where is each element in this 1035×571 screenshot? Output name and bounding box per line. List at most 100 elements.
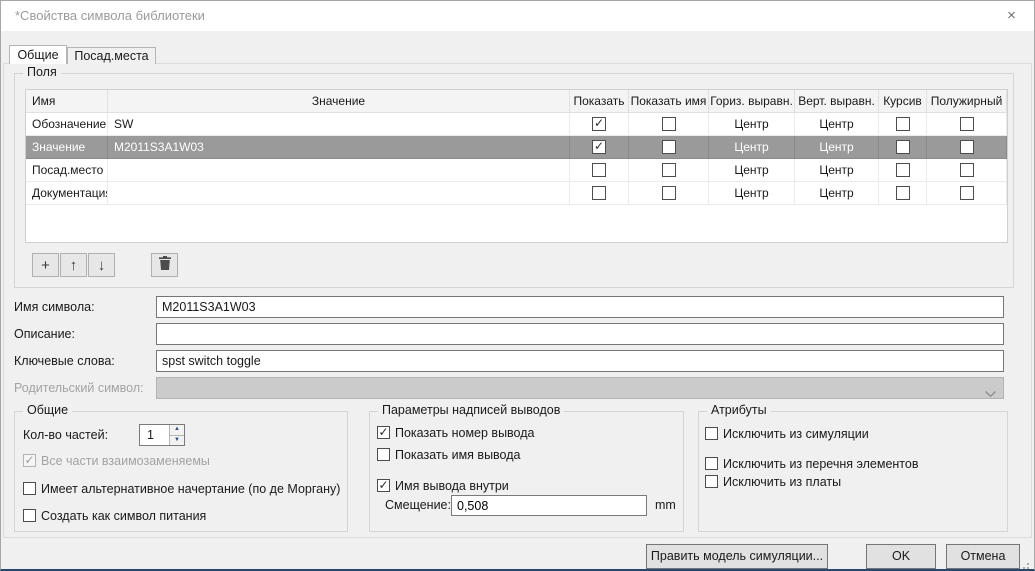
- show-name-checkbox[interactable]: [662, 186, 676, 200]
- unit-count-value: 1: [140, 425, 169, 445]
- h-align-cell[interactable]: Центр: [709, 136, 795, 159]
- tab-general[interactable]: Общие: [9, 45, 67, 64]
- power-symbol-checkbox[interactable]: [23, 509, 36, 522]
- resize-grip[interactable]: [1027, 563, 1029, 565]
- table-row[interactable]: Значение M2011S3A1W03 Центр Центр: [26, 136, 1007, 159]
- pin-text-group-label: Параметры надписей выводов: [378, 403, 564, 418]
- alternate-body-checkbox[interactable]: [23, 482, 36, 495]
- h-align-cell[interactable]: Центр: [709, 182, 795, 205]
- bold-checkbox[interactable]: [960, 186, 974, 200]
- unit-count-stepper[interactable]: 1 ▲ ▼: [139, 424, 185, 446]
- table-row[interactable]: Посад.место Центр Центр: [26, 159, 1007, 182]
- units-interchangeable-checkbox-row: Все части взаимозаменяемы: [23, 453, 210, 468]
- title-bar[interactable]: *Свойства символа библиотеки ×: [1, 1, 1034, 31]
- field-value-cell[interactable]: [108, 159, 570, 182]
- col-header-v-align[interactable]: Верт. выравн.: [795, 90, 879, 113]
- ok-button[interactable]: OK: [866, 544, 936, 569]
- delete-field-button[interactable]: [151, 253, 178, 277]
- spin-up-icon[interactable]: ▲: [170, 425, 184, 436]
- show-checkbox[interactable]: [592, 140, 606, 154]
- field-value-cell[interactable]: M2011S3A1W03: [108, 136, 570, 159]
- keywords-label: Ключевые слова:: [14, 350, 115, 372]
- show-checkbox[interactable]: [592, 163, 606, 177]
- show-pin-number-checkbox-row[interactable]: Показать номер вывода: [377, 425, 534, 440]
- spin-down-icon[interactable]: ▼: [170, 436, 184, 446]
- show-pin-name-checkbox-row[interactable]: Показать имя вывода: [377, 447, 520, 462]
- field-name-cell[interactable]: Документация: [26, 182, 108, 205]
- close-icon[interactable]: ×: [989, 1, 1034, 31]
- show-name-checkbox[interactable]: [662, 117, 676, 131]
- symbol-name-input[interactable]: [156, 296, 1004, 318]
- italic-checkbox[interactable]: [896, 117, 910, 131]
- arrow-up-icon: ↑: [70, 255, 78, 276]
- col-header-show[interactable]: Показать: [570, 90, 629, 113]
- col-header-show-name[interactable]: Показать имя: [629, 90, 709, 113]
- symbol-name-label: Имя символа:: [14, 296, 95, 318]
- exclude-from-bom-checkbox-row[interactable]: Исключить из перечня элементов: [705, 456, 918, 471]
- col-header-bold[interactable]: Полужирный: [927, 90, 1007, 113]
- offset-label: Смещение:: [385, 495, 451, 516]
- col-header-name[interactable]: Имя: [26, 90, 108, 113]
- v-align-cell[interactable]: Центр: [795, 136, 879, 159]
- field-value-cell[interactable]: [108, 182, 570, 205]
- show-checkbox[interactable]: [592, 117, 606, 131]
- field-name-cell[interactable]: Значение: [26, 136, 108, 159]
- bold-checkbox[interactable]: [960, 140, 974, 154]
- exclude-from-board-checkbox[interactable]: [705, 475, 718, 488]
- chevron-down-icon: [985, 386, 996, 400]
- col-header-h-align[interactable]: Гориз. выравн.: [709, 90, 795, 113]
- bold-checkbox[interactable]: [960, 163, 974, 177]
- trash-icon: [159, 255, 171, 276]
- v-align-cell[interactable]: Центр: [795, 182, 879, 205]
- italic-checkbox[interactable]: [896, 163, 910, 177]
- keywords-input[interactable]: [156, 350, 1004, 372]
- table-row[interactable]: Документация Центр Центр: [26, 182, 1007, 205]
- col-header-value[interactable]: Значение: [108, 90, 570, 113]
- offset-input[interactable]: [451, 495, 647, 516]
- exclude-from-bom-checkbox[interactable]: [705, 457, 718, 470]
- italic-checkbox[interactable]: [896, 186, 910, 200]
- h-align-cell[interactable]: Центр: [709, 159, 795, 182]
- show-pin-number-checkbox[interactable]: [377, 426, 390, 439]
- exclude-from-board-checkbox-row[interactable]: Исключить из платы: [705, 474, 841, 489]
- move-down-button[interactable]: ↓: [88, 253, 115, 277]
- cancel-button[interactable]: Отмена: [946, 544, 1020, 569]
- library-symbol-properties-dialog: *Свойства символа библиотеки × Общие Пос…: [0, 0, 1035, 571]
- offset-unit-label: mm: [655, 495, 676, 516]
- show-name-checkbox[interactable]: [662, 140, 676, 154]
- field-name-cell[interactable]: Обозначение: [26, 113, 108, 136]
- tab-footprints[interactable]: Посад.места: [67, 47, 156, 64]
- units-interchangeable-checkbox: [23, 454, 36, 467]
- v-align-cell[interactable]: Центр: [795, 159, 879, 182]
- fields-table[interactable]: Имя Значение Показать Показать имя Гориз…: [25, 89, 1008, 243]
- plus-icon: +: [41, 255, 50, 276]
- italic-checkbox[interactable]: [896, 140, 910, 154]
- general-group-label: Общие: [23, 403, 72, 418]
- bold-checkbox[interactable]: [960, 117, 974, 131]
- parent-symbol-label: Родительский символ:: [14, 377, 144, 399]
- fields-group-label: Поля: [23, 65, 61, 80]
- edit-simulation-model-button[interactable]: Править модель симуляции...: [646, 544, 828, 569]
- v-align-cell[interactable]: Центр: [795, 113, 879, 136]
- field-name-cell[interactable]: Посад.место: [26, 159, 108, 182]
- add-field-button[interactable]: +: [32, 253, 59, 277]
- power-symbol-checkbox-row[interactable]: Создать как символ питания: [23, 508, 206, 523]
- move-up-button[interactable]: ↑: [60, 253, 87, 277]
- pin-name-inside-checkbox[interactable]: [377, 479, 390, 492]
- exclude-from-simulation-checkbox-row[interactable]: Исключить из симуляции: [705, 426, 869, 441]
- description-input[interactable]: [156, 323, 1004, 345]
- alternate-body-checkbox-row[interactable]: Имеет альтернативное начертание (по де М…: [23, 481, 340, 496]
- field-value-cell[interactable]: SW: [108, 113, 570, 136]
- pin-name-inside-checkbox-row[interactable]: Имя вывода внутри: [377, 478, 509, 493]
- exclude-from-simulation-checkbox[interactable]: [705, 427, 718, 440]
- show-pin-name-checkbox[interactable]: [377, 448, 390, 461]
- attributes-group-label: Атрибуты: [707, 403, 771, 418]
- table-row[interactable]: Обозначение SW Центр Центр: [26, 113, 1007, 136]
- arrow-down-icon: ↓: [98, 255, 106, 276]
- description-label: Описание:: [14, 323, 75, 345]
- col-header-italic[interactable]: Курсив: [879, 90, 927, 113]
- show-name-checkbox[interactable]: [662, 163, 676, 177]
- show-checkbox[interactable]: [592, 186, 606, 200]
- h-align-cell[interactable]: Центр: [709, 113, 795, 136]
- dialog-title: *Свойства символа библиотеки: [15, 1, 205, 31]
